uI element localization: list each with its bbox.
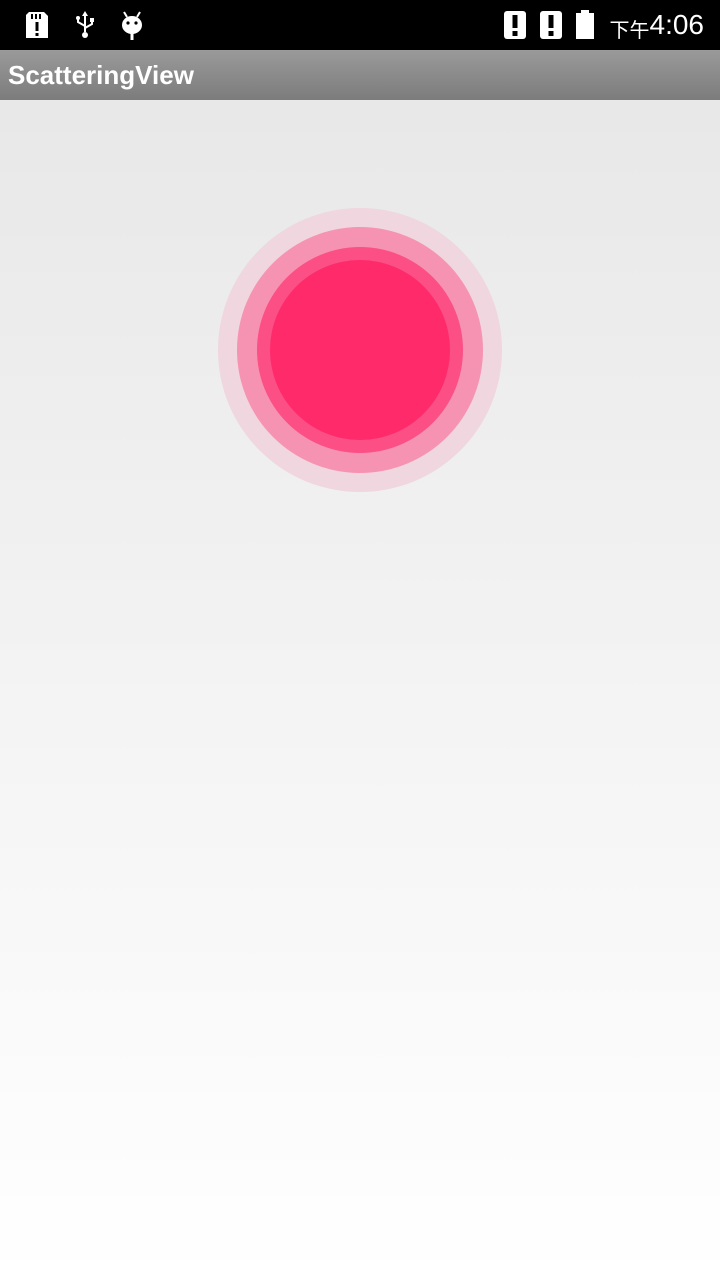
android-debug-icon [115, 8, 149, 42]
scatter-core-button[interactable] [270, 260, 450, 440]
usb-icon [68, 8, 102, 42]
content-area [0, 100, 720, 1280]
status-right-group: 下午 4:06 [502, 0, 705, 50]
signal-alert-icon [538, 8, 564, 42]
status-clock: 4:06 [649, 9, 705, 40]
status-bar: 下午 4:06 [0, 0, 720, 50]
time-period-label: 下午 [609, 17, 650, 42]
signal-alert-icon [502, 8, 528, 42]
action-bar: ScatteringView [0, 50, 720, 100]
sd-card-alert-icon [20, 8, 54, 42]
app-title: ScatteringView [8, 60, 194, 90]
battery-icon [574, 8, 596, 42]
screen: 下午 4:06 ScatteringView [0, 0, 720, 1280]
